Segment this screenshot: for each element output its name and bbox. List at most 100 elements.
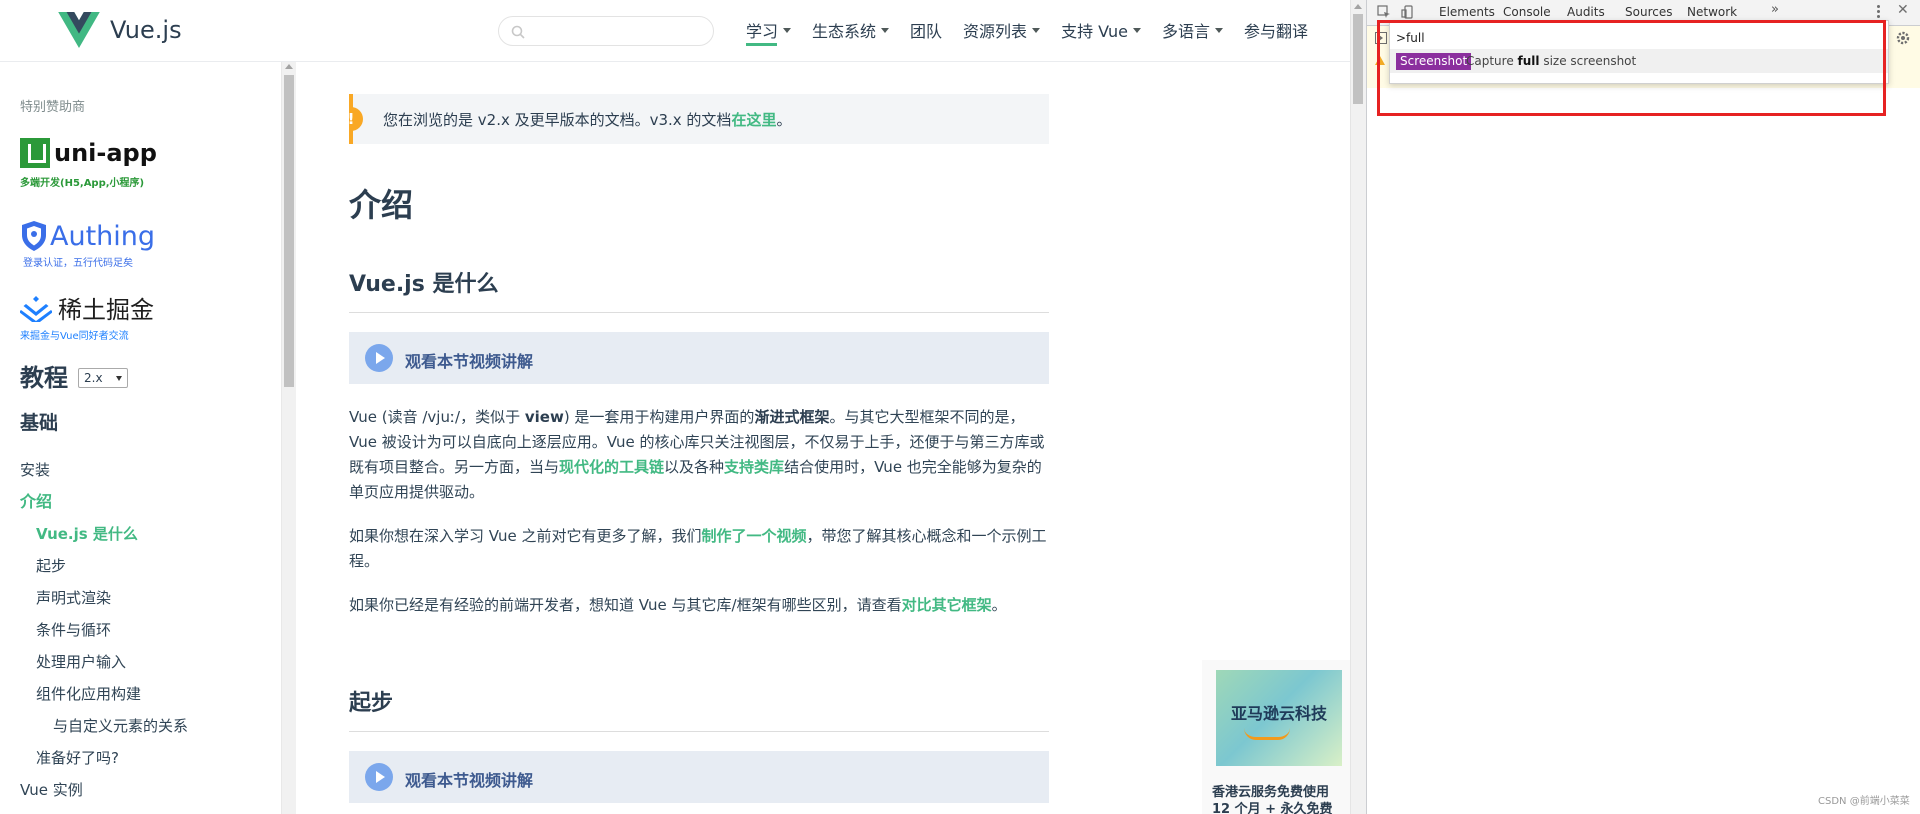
sponsor-authing[interactable]: Authing 登录认证，五行代码足矣: [20, 220, 155, 269]
sponsor-tagline: 多端开发(H5,App,小程序): [20, 178, 145, 189]
devtools-tab[interactable]: Sources: [1625, 5, 1672, 19]
devtools-tab[interactable]: Network: [1687, 5, 1737, 19]
text-run: Vue (读音 /vjuː/，类似于: [349, 408, 525, 426]
toc-link[interactable]: 处理用户输入: [0, 646, 280, 678]
toc-section-heading: 基础: [20, 412, 59, 434]
nav-item[interactable]: 支持 Vue: [1061, 0, 1141, 60]
site-header: Vue.js 学习 生态系统 团队 资源列表 支持 Vue 多语言 参与翻译: [0, 0, 1350, 62]
watermark: CSDN @前端小菜菜: [1818, 796, 1910, 807]
toc-link[interactable]: 介绍: [0, 486, 280, 518]
toc-link[interactable]: 准备好了吗?: [0, 742, 280, 774]
nav-item[interactable]: 团队: [910, 0, 942, 60]
page-title: 介绍: [349, 186, 414, 224]
toc-title: 教程: [20, 364, 68, 392]
ad-text: 香港云服务免费使用 12 个月 + 永久免费: [1212, 785, 1333, 814]
inline-link[interactable]: 现代化的工具链: [559, 458, 664, 476]
intro-paragraph-3: 如果你已经是有经验的前端开发者，想知道 Vue 与其它库/框架有哪些区别，请查看…: [349, 593, 1049, 618]
toc-link[interactable]: 与自定义元素的关系: [0, 710, 280, 742]
video-label: 观看本节视频讲解: [405, 771, 534, 790]
more-tabs-icon[interactable]: »: [1771, 2, 1779, 17]
version-notice: ! 您在浏览的是 v2.x 及更早版本的文档。v3.x 的文档在这里。: [349, 94, 1049, 144]
version-select[interactable]: 2.x: [78, 368, 128, 388]
sidebar: 特别赞助商 uni-app 多端开发(H5,App,小程序) Authing 登…: [0, 62, 282, 814]
devtools-tab[interactable]: Audits: [1567, 5, 1605, 19]
video-label: 观看本节视频讲解: [405, 352, 534, 371]
chevron-down-icon: [881, 27, 890, 33]
sponsor-heading: 特别赞助商: [20, 100, 86, 115]
devtools-tab[interactable]: Console: [1501, 5, 1553, 27]
close-icon[interactable]: ✕: [1897, 2, 1909, 18]
text-run: 以及各种: [664, 458, 725, 476]
sponsor-juejin[interactable]: 稀土掘金 来掘金与Vue同好者交流: [20, 290, 154, 342]
nav-item-label: 多语言: [1162, 22, 1211, 41]
nav-item-label: 团队: [910, 22, 943, 41]
annotation-highlight-box: [1377, 20, 1886, 116]
intro-paragraph-1: Vue (读音 /vjuː/，类似于 view) 是一套用于构建用户界面的渐进式…: [349, 405, 1049, 505]
scroll-up-arrow-icon[interactable]: [285, 64, 293, 69]
inline-link[interactable]: 制作了一个视频: [702, 527, 807, 545]
page-scrollbar-thumb[interactable]: [1353, 14, 1363, 104]
ad-brand: 亚马逊云科技: [1230, 704, 1327, 723]
section-heading-getting-started: 起步: [349, 685, 1049, 732]
search-input[interactable]: [533, 21, 703, 41]
intro-paragraph-2: 如果你想在深入学习 Vue 之前对它有更多了解，我们制作了一个视频，带您了解其核…: [349, 524, 1049, 574]
chevron-down-icon: [783, 27, 792, 33]
inline-link[interactable]: 支持类库: [724, 458, 784, 476]
toc-link[interactable]: 组件化应用构建: [0, 678, 280, 710]
nav-item[interactable]: 资源列表: [963, 0, 1041, 60]
nav-item[interactable]: 参与翻译: [1244, 0, 1308, 60]
nav-item[interactable]: 多语言: [1162, 0, 1224, 60]
kebab-menu-icon[interactable]: [1877, 5, 1881, 20]
page-scrollbar[interactable]: [1350, 0, 1366, 814]
notice-text: 您在浏览的是 v2.x 及更早版本的文档。v3.x 的文档在这里。: [383, 111, 792, 129]
video-banner[interactable]: 观看本节视频讲解: [349, 751, 1049, 803]
main-content: ! 您在浏览的是 v2.x 及更早版本的文档。v3.x 的文档在这里。 介绍 V…: [349, 62, 1049, 814]
sponsor-ad[interactable]: 亚马逊云科技 香港云服务免费使用 12 个月 + 永久免费: [1202, 660, 1352, 814]
sponsor-tagline: 登录认证，五行代码足矣: [23, 258, 133, 269]
gear-icon[interactable]: [1895, 30, 1911, 46]
toc-link[interactable]: Vue.js 是什么: [0, 518, 280, 550]
main-nav: 学习 生态系统 团队 资源列表 支持 Vue 多语言 参与翻译: [746, 0, 1329, 60]
search-box[interactable]: [498, 16, 714, 46]
nav-item-label: 支持 Vue: [1061, 22, 1128, 41]
toc-link[interactable]: 起步: [0, 550, 280, 582]
vue-logo-icon: [58, 12, 100, 48]
amazon-smile-icon: [1244, 728, 1290, 740]
bold-text: 渐进式框架: [754, 408, 830, 426]
nav-item-label: 学习: [746, 22, 779, 41]
notice-link[interactable]: 在这里: [731, 111, 776, 129]
nav-item[interactable]: 学习: [746, 0, 792, 60]
device-toggle-icon[interactable]: [1401, 5, 1415, 19]
sponsor-uni-app[interactable]: uni-app 多端开发(H5,App,小程序): [20, 138, 157, 189]
logo-text: Vue.js: [110, 16, 182, 44]
text-run: 。: [991, 596, 1007, 614]
devtools-panel: Elements Console Audits Sources Network » ✕ …: [1366, 0, 1920, 814]
devtools-tab[interactable]: Elements: [1439, 5, 1495, 19]
sponsor-name: Authing: [50, 220, 156, 252]
bold-text: view: [524, 408, 564, 426]
toc-link[interactable]: Vue 实例: [0, 774, 280, 806]
inspect-element-icon[interactable]: [1377, 5, 1391, 19]
video-banner[interactable]: 观看本节视频讲解: [349, 332, 1049, 384]
text-run: ) 是一套用于构建用户界面的: [563, 408, 755, 426]
chevron-down-icon: [116, 376, 122, 381]
text-run: 如果你已经是有经验的前端开发者，想知道 Vue 与其它库/框架有哪些区别，请查看: [349, 596, 902, 614]
sponsor-tagline: 来掘金与Vue同好者交流: [20, 331, 129, 342]
toc-link[interactable]: 声明式渲染: [0, 582, 280, 614]
warning-icon: !: [349, 107, 363, 131]
nav-item-label: 生态系统: [812, 22, 877, 41]
play-icon: [365, 344, 393, 372]
nav-item[interactable]: 生态系统: [812, 0, 890, 60]
chevron-down-icon: [1032, 27, 1041, 33]
toc-links: 安装 介绍 Vue.js 是什么 起步 声明式渲染 条件与循环 处理用户输入 组件化应用构建与…: [0, 454, 280, 806]
juejin-logo-icon: [20, 295, 52, 322]
inline-link[interactable]: 对比其它框架: [902, 596, 992, 614]
uni-app-logo-icon: [20, 138, 50, 168]
section-heading-what-is-vue: Vue.js 是什么: [349, 266, 1049, 313]
scroll-up-arrow-icon[interactable]: [1354, 4, 1362, 9]
vue-logo[interactable]: Vue.js: [58, 12, 182, 48]
chevron-down-icon: [1133, 27, 1141, 33]
toc-link[interactable]: 安装: [0, 454, 280, 486]
sidebar-scrollbar-thumb[interactable]: [284, 75, 294, 387]
toc-link[interactable]: 条件与循环: [0, 614, 280, 646]
